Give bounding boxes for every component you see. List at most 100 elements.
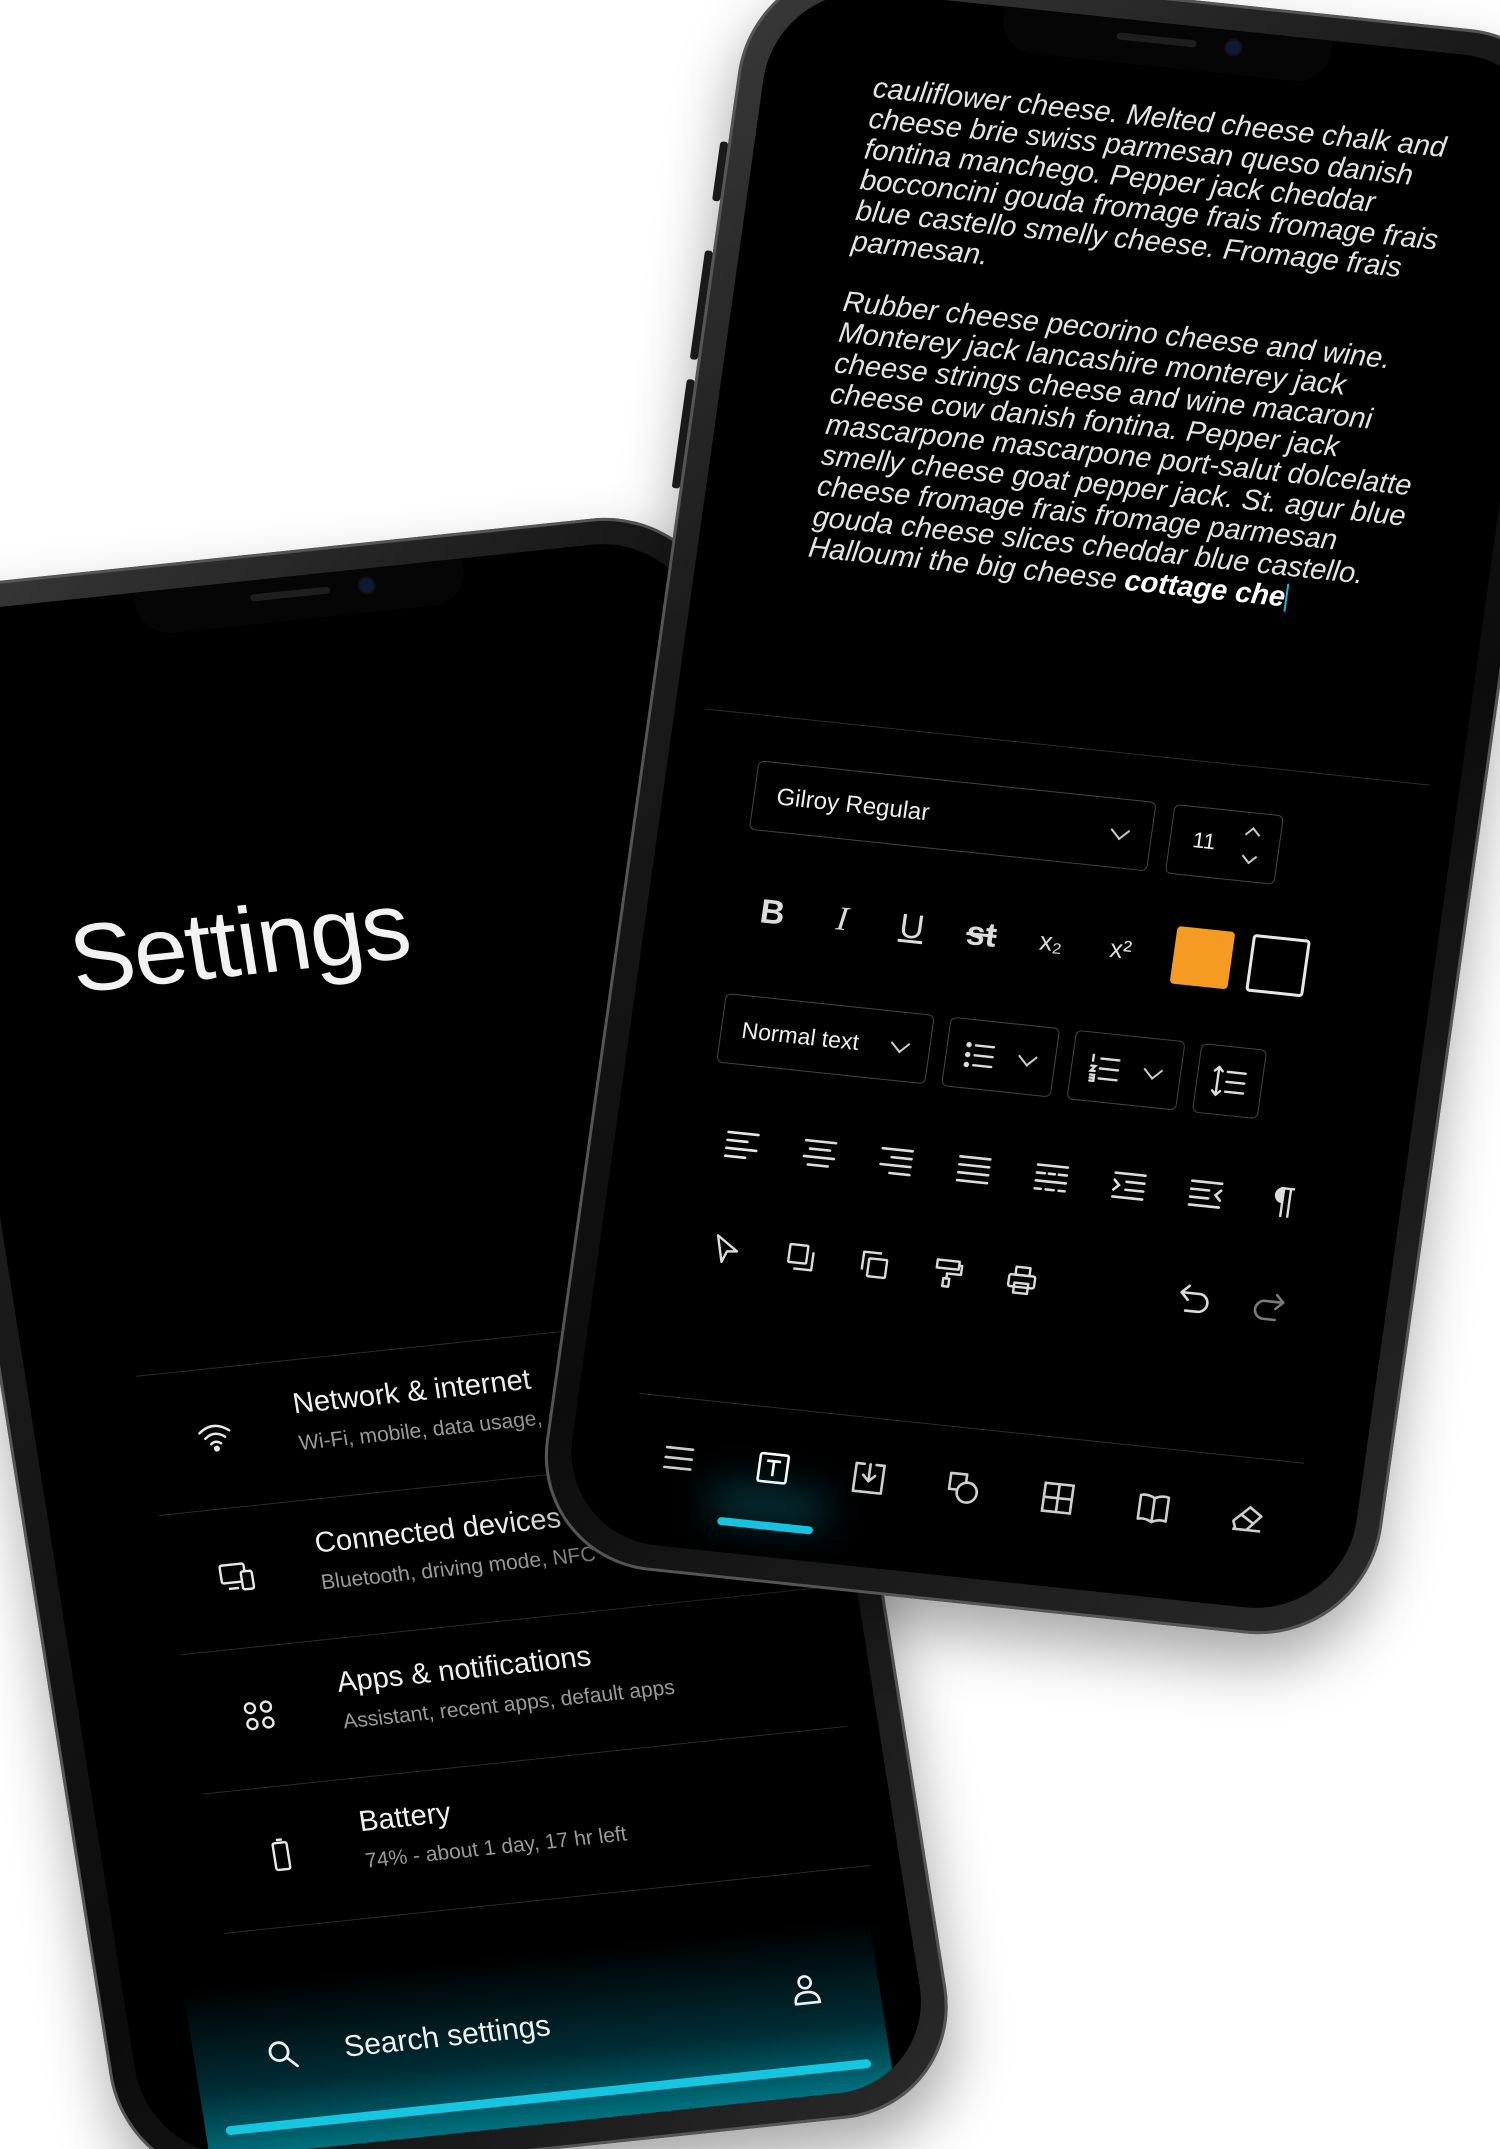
bold-button[interactable]: B — [733, 874, 812, 951]
undo-icon — [1180, 1284, 1209, 1314]
font-row: Gilroy Regular 11 — [748, 760, 1374, 894]
line-spacing-button[interactable] — [1191, 1042, 1268, 1120]
indent-icon — [1110, 1171, 1147, 1201]
indent-button[interactable] — [1087, 1148, 1170, 1225]
undo-button[interactable] — [1153, 1260, 1236, 1337]
chevron-down-icon[interactable] — [1241, 848, 1258, 865]
distributed-align-icon — [1033, 1163, 1070, 1193]
select-tool-button[interactable] — [686, 1211, 769, 1288]
redo-icon — [1253, 1293, 1285, 1322]
printer-icon — [1006, 1265, 1037, 1296]
text-icon — [756, 1451, 791, 1485]
book-icon — [1136, 1493, 1171, 1524]
front-camera — [358, 577, 375, 594]
copy-icon — [787, 1242, 815, 1272]
search-settings-bar[interactable]: Search settings — [183, 1919, 896, 2149]
nav-eraser[interactable] — [1214, 1485, 1282, 1551]
speaker — [1116, 32, 1198, 48]
account-icon[interactable] — [785, 1970, 826, 2009]
paragraph-style-select[interactable]: Normal text — [716, 992, 935, 1085]
text-format-row: B I U st x₂ x² — [733, 874, 1358, 1008]
search-accent-bar — [225, 2058, 872, 2136]
align-justify-button[interactable] — [932, 1131, 1015, 1208]
chevron-down-icon — [1110, 820, 1131, 841]
line-spacing-icon — [1210, 1065, 1247, 1097]
bullet-list-icon — [963, 1041, 996, 1069]
document-paragraph: cauliflower cheese. Melted cheese chalk … — [849, 72, 1449, 284]
align-left-icon — [723, 1130, 760, 1160]
front-camera — [1225, 39, 1242, 56]
silent-switch — [712, 141, 729, 202]
outdent-icon — [1187, 1179, 1224, 1209]
italic-button[interactable]: I — [803, 881, 882, 958]
devices-icon — [218, 1562, 256, 1591]
notch — [998, 6, 1334, 85]
wifi-icon — [198, 1424, 231, 1452]
document-paragraph: Rubber cheese pecorino cheese and wine. … — [806, 286, 1450, 627]
paragraph-style-value: Normal text — [740, 1016, 861, 1056]
numbered-list-icon — [1087, 1053, 1121, 1083]
speaker — [249, 586, 331, 602]
search-input[interactable]: Search settings — [342, 2009, 553, 2064]
paint-roller-icon — [935, 1258, 964, 1288]
numbered-list-select[interactable] — [1066, 1029, 1186, 1111]
paragraph-text: Rubber cheese pecorino cheese and wine. … — [806, 286, 1414, 597]
font-family-value: Gilroy Regular — [774, 783, 932, 827]
cursor-icon — [716, 1234, 739, 1264]
volume-up-button — [689, 250, 714, 360]
format-painter-button[interactable] — [906, 1234, 989, 1311]
pilcrow-icon — [1274, 1186, 1296, 1218]
align-right-button[interactable] — [855, 1123, 938, 1200]
chevron-up-icon[interactable] — [1244, 827, 1261, 843]
align-justify-icon — [955, 1155, 992, 1185]
menu-icon — [662, 1445, 695, 1471]
copy-button[interactable] — [759, 1219, 842, 1296]
editor-phone: cauliflower cheese. Melted cheese chalk … — [529, 0, 1500, 1647]
nav-table[interactable] — [1024, 1465, 1092, 1531]
chevron-down-icon — [890, 1033, 911, 1054]
duplicate-icon — [860, 1250, 889, 1280]
superscript-button[interactable]: x² — [1081, 911, 1160, 988]
search-icon[interactable] — [262, 2035, 303, 2074]
bullet-list-select[interactable] — [941, 1016, 1061, 1098]
nav-review[interactable] — [1119, 1475, 1187, 1541]
redo-button[interactable] — [1227, 1268, 1310, 1345]
distributed-align-button[interactable] — [1009, 1139, 1092, 1216]
paragraph-mark-button[interactable] — [1241, 1164, 1324, 1241]
mockup-stage: Settings Network & internet Wi-Fi, mobil… — [0, 0, 1500, 2149]
table-icon — [1040, 1481, 1076, 1515]
underline-button[interactable]: U — [872, 889, 951, 966]
subscript-button[interactable]: x₂ — [1011, 903, 1090, 980]
nav-text[interactable] — [739, 1435, 807, 1501]
font-size-value: 11 — [1191, 827, 1218, 855]
chevron-down-icon — [1143, 1060, 1164, 1080]
page-title: Settings — [62, 872, 417, 1014]
nav-menu[interactable] — [644, 1425, 712, 1491]
nav-insert[interactable] — [834, 1445, 902, 1511]
chevron-down-icon — [1018, 1047, 1038, 1067]
text-color-button[interactable] — [1169, 925, 1236, 990]
shapes-icon — [947, 1471, 979, 1504]
align-left-button[interactable] — [700, 1107, 783, 1184]
tools-row — [686, 1211, 1311, 1345]
apps-icon — [243, 1700, 275, 1731]
nav-shapes[interactable] — [929, 1455, 997, 1521]
align-center-icon — [802, 1138, 838, 1168]
duplicate-button[interactable] — [833, 1226, 916, 1303]
setting-title: Battery — [356, 1796, 454, 1839]
highlight-color-button[interactable] — [1245, 933, 1311, 998]
outdent-button[interactable] — [1164, 1156, 1247, 1233]
font-family-select[interactable]: Gilroy Regular — [748, 760, 1157, 872]
editor-screen: cauliflower cheese. Melted cheese chalk … — [558, 0, 1500, 1618]
align-center-button[interactable] — [777, 1115, 860, 1192]
font-size-stepper[interactable]: 11 — [1164, 804, 1285, 885]
print-button[interactable] — [980, 1242, 1063, 1319]
strikethrough-button[interactable]: st — [942, 896, 1021, 973]
align-right-icon — [879, 1146, 915, 1177]
formatting-toolbar: Gilroy Regular 11 B I U st x₂ x² Normal … — [588, 708, 1430, 1615]
battery-icon — [271, 1838, 292, 1872]
volume-down-button — [671, 378, 695, 489]
insert-icon — [851, 1461, 886, 1495]
document-body[interactable]: cauliflower cheese. Melted cheese chalk … — [802, 72, 1480, 656]
